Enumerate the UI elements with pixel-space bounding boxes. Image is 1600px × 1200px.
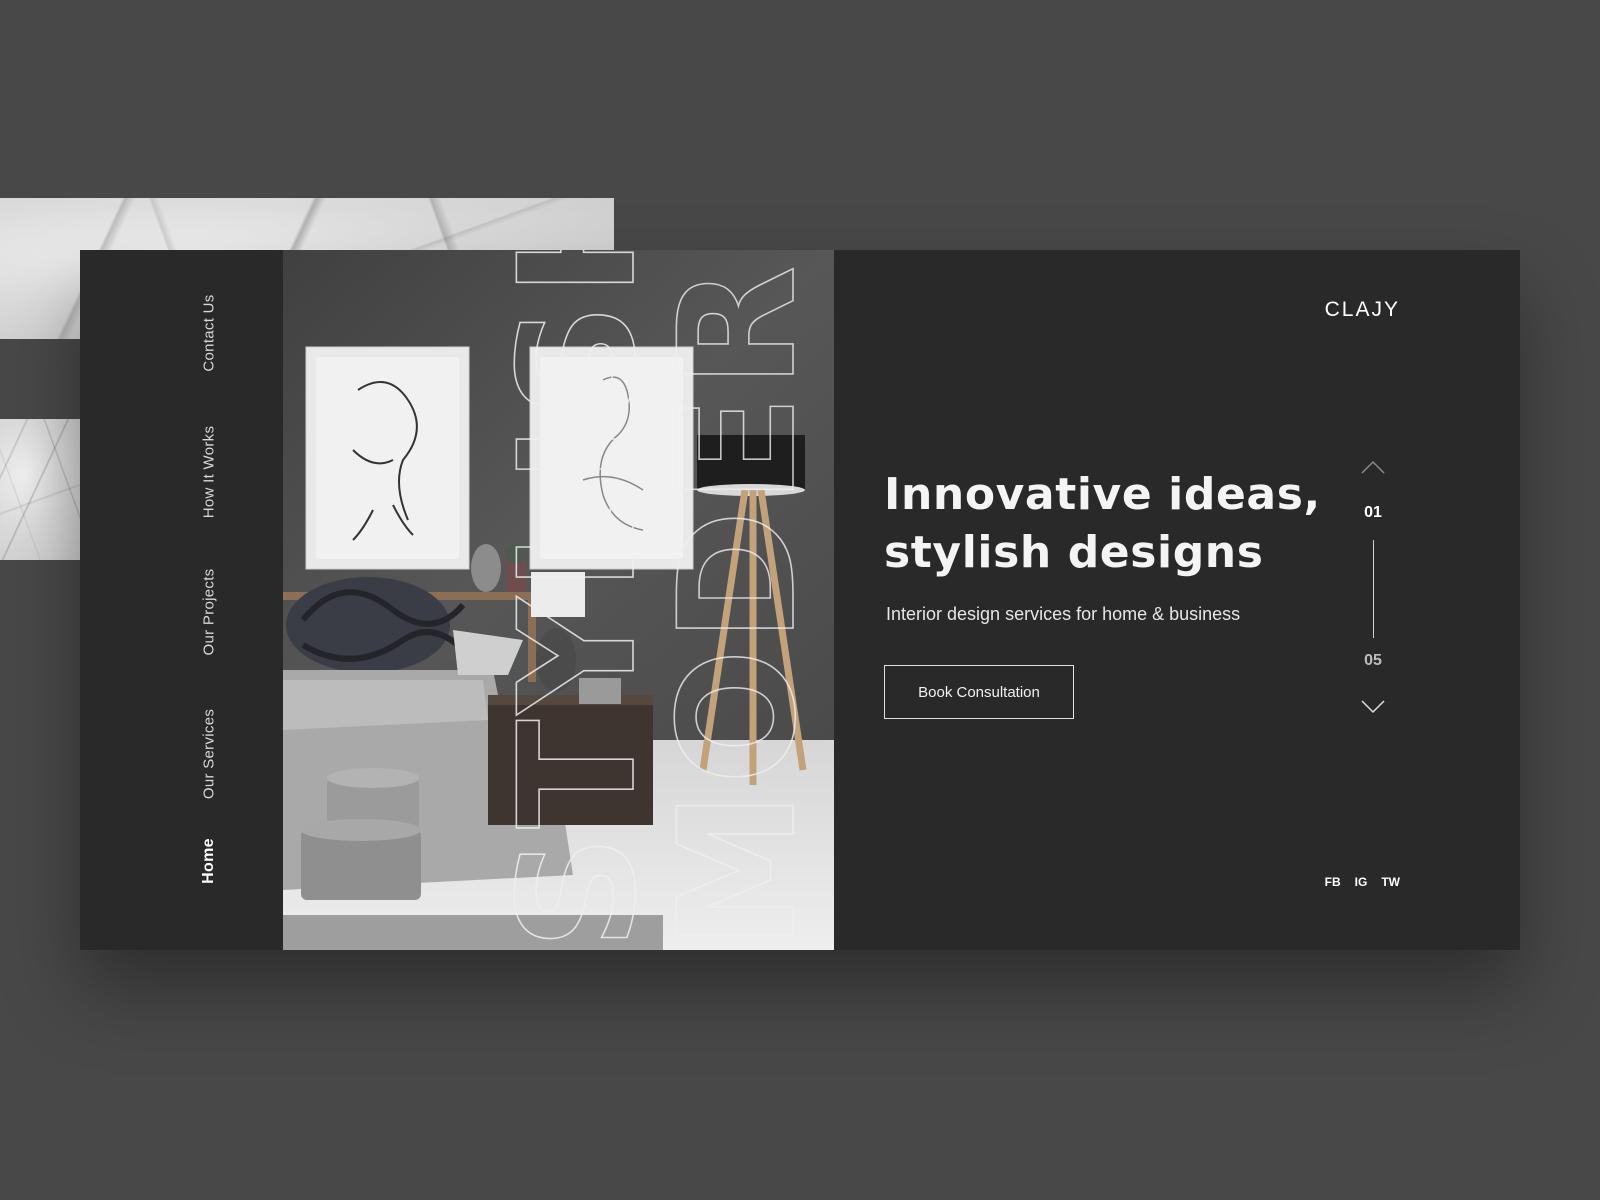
headline-line-2: stylish designs xyxy=(884,527,1264,578)
nav-item-contact-us[interactable]: Contact Us xyxy=(201,294,218,371)
chevron-up-icon[interactable] xyxy=(1361,460,1385,474)
social-link-instagram[interactable]: IG xyxy=(1355,875,1368,889)
nav-item-how-it-works[interactable]: How It Works xyxy=(201,426,218,519)
slide-indicator: 01 05 xyxy=(1348,460,1398,720)
slide-progress-line xyxy=(1373,540,1374,638)
slide-total-number: 05 xyxy=(1364,652,1382,669)
nav-item-our-services[interactable]: Our Services xyxy=(201,709,218,799)
outline-text-stylish: STYLISH xyxy=(484,250,671,950)
nav-item-home[interactable]: Home xyxy=(200,838,218,884)
headline-line-1: Innovative ideas, xyxy=(884,469,1321,520)
vertical-nav: Contact Us How It Works Our Projects Our… xyxy=(80,250,283,950)
hero-card: Contact Us How It Works Our Projects Our… xyxy=(80,250,1520,950)
slide-current-number: 01 xyxy=(1364,504,1382,521)
hero-image: STYLISH MODERN xyxy=(283,250,834,950)
outline-text-modern: MODERN xyxy=(644,250,831,950)
bedroom-illustration: STYLISH MODERN xyxy=(283,250,834,950)
social-link-facebook[interactable]: FB xyxy=(1325,875,1341,889)
hero-headline: Innovative ideas, stylish designs xyxy=(884,466,1354,582)
hero-subtitle: Interior design services for home & busi… xyxy=(886,604,1241,624)
chevron-down-icon[interactable] xyxy=(1361,700,1385,714)
brand-logo[interactable]: CLAJY xyxy=(1325,298,1400,322)
social-link-twitter[interactable]: TW xyxy=(1381,875,1400,889)
book-consultation-button[interactable]: Book Consultation xyxy=(884,665,1074,719)
social-links: FB IG TW xyxy=(1325,875,1400,889)
marble-decoration-left xyxy=(0,419,80,560)
nav-item-our-projects[interactable]: Our Projects xyxy=(201,569,218,656)
